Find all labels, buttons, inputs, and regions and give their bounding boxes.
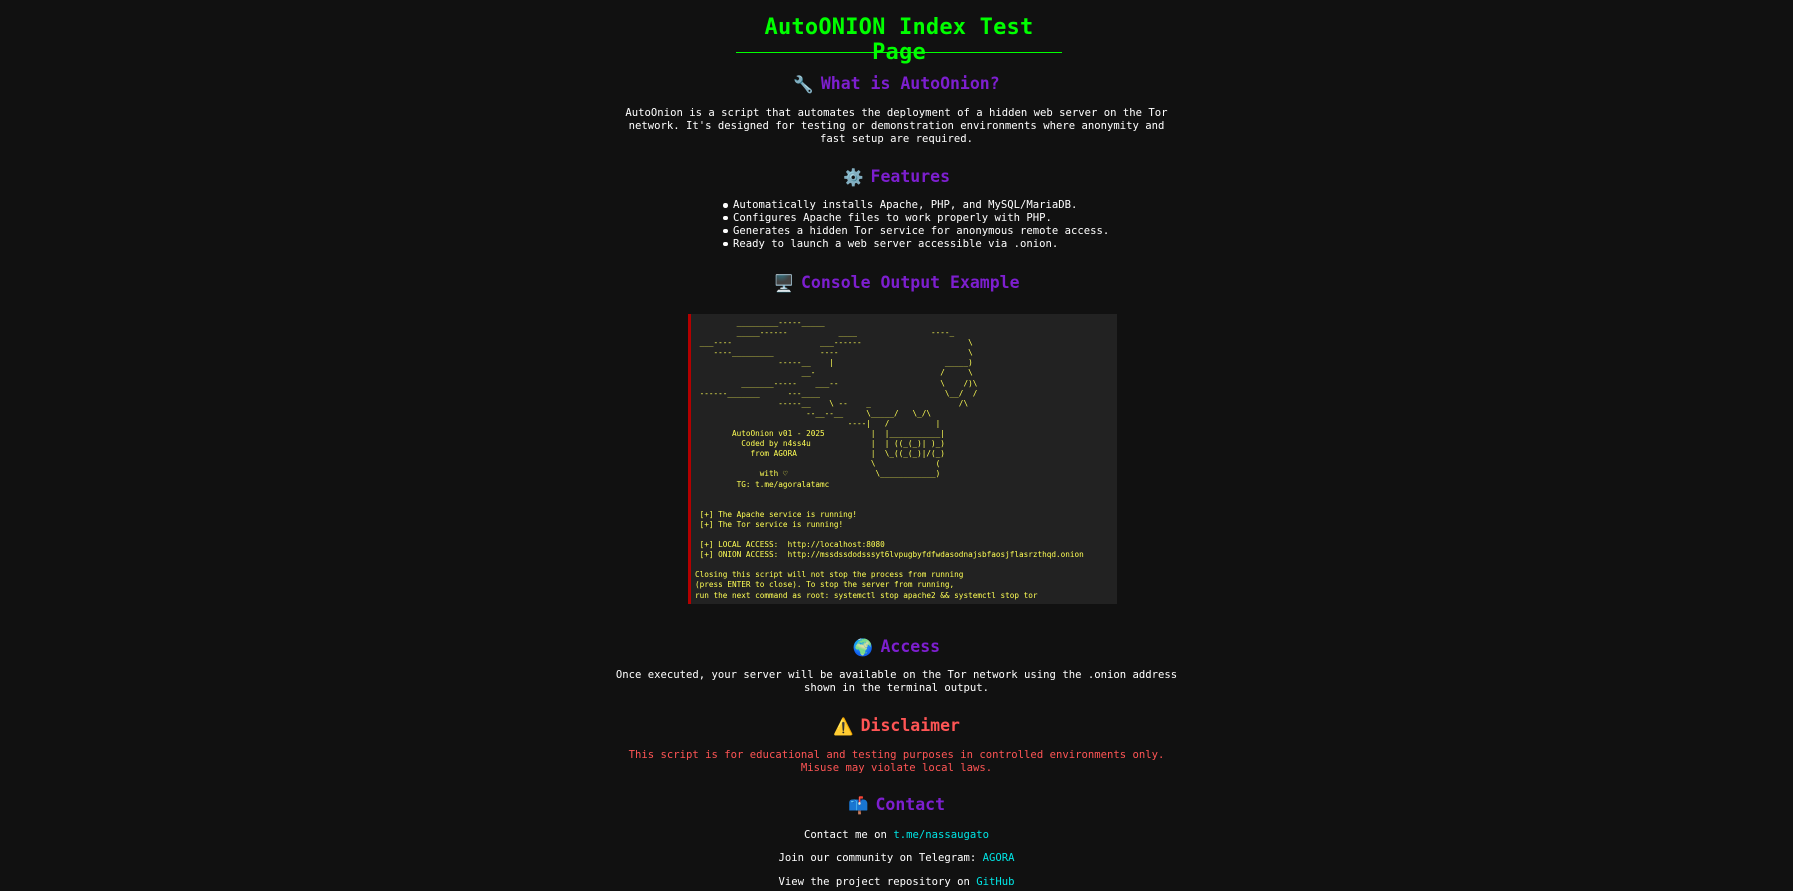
disclaimer-heading-label: Disclaimer (860, 716, 960, 735)
disclaimer-text: This script is for educational and testi… (628, 749, 1165, 774)
contact-telegram-line: Contact me on t.me/nassaugato (0, 829, 1793, 841)
console-heading: 🖥️ Console Output Example (0, 273, 1793, 294)
features-heading-label: Features (870, 167, 951, 186)
wrench-icon: 🔧 (793, 75, 814, 94)
feature-item: Ready to launch a web server accessible … (722, 238, 1109, 251)
contact-heading-label: Contact (875, 795, 946, 814)
console-output-box: _________-----_____ _____------ ____ ---… (688, 314, 1117, 604)
disclaimer-heading: ⚠️ Disclaimer (0, 716, 1793, 737)
access-heading: 🌍 Access (0, 637, 1793, 658)
feature-item: Configures Apache files to work properly… (722, 212, 1109, 225)
contact-heading: 📫 Contact (0, 795, 1793, 816)
community-prefix: Join our community on Telegram: (778, 852, 983, 864)
what-heading-label: What is AutoOnion? (820, 74, 1000, 93)
access-description: Once executed, your server will be avail… (615, 669, 1178, 694)
features-heading: ⚙️ Features (0, 167, 1793, 188)
agora-community-link[interactable]: AGORA (983, 852, 1015, 864)
community-line: Join our community on Telegram: AGORA (0, 852, 1793, 864)
what-heading: 🔧 What is AutoOnion? (0, 74, 1793, 95)
repository-line: View the project repository on GitHub (0, 876, 1793, 888)
page: AutoONION Index Test Page 🔧 What is AutoO… (0, 0, 1793, 891)
github-repository-link[interactable]: GitHub (976, 876, 1014, 888)
repository-prefix: View the project repository on (778, 876, 977, 888)
globe-icon: 🌍 (852, 638, 874, 657)
what-description: AutoOnion is a script that automates the… (625, 107, 1168, 145)
mailbox-icon: 📫 (847, 796, 869, 815)
features-list: Automatically installs Apache, PHP, and … (722, 199, 1109, 251)
feature-item: Automatically installs Apache, PHP, and … (722, 199, 1109, 212)
console-output-text: _________-----_____ _____------ ____ ---… (695, 318, 1084, 600)
warning-icon: ⚠️ (833, 717, 854, 736)
gear-icon: ⚙️ (842, 168, 864, 187)
console-heading-label: Console Output Example (801, 273, 1020, 292)
feature-item: Generates a hidden Tor service for anony… (722, 225, 1109, 238)
computer-icon: 🖥️ (773, 274, 794, 293)
telegram-contact-link[interactable]: t.me/nassaugato (893, 829, 989, 841)
title-divider (736, 52, 1062, 53)
page-title: AutoONION Index Test Page (764, 15, 1034, 65)
access-heading-label: Access (880, 637, 941, 656)
contact-telegram-prefix: Contact me on (804, 829, 894, 841)
